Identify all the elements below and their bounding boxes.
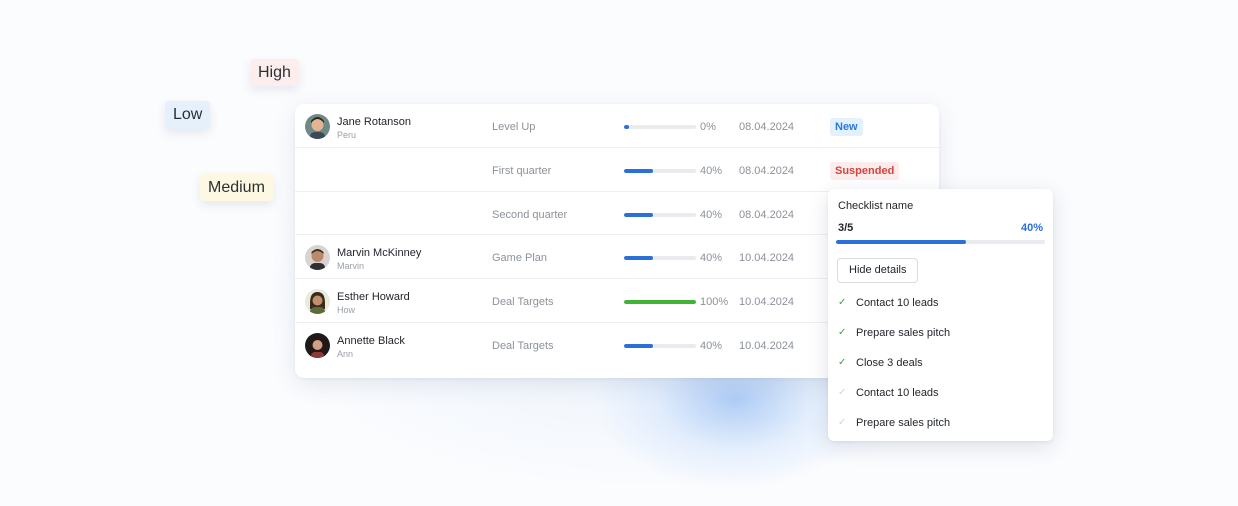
task-name[interactable]: Deal Targets bbox=[492, 296, 554, 308]
progress-fill bbox=[624, 212, 653, 217]
task-name[interactable]: Deal Targets bbox=[492, 340, 554, 352]
checklist-item-label: Contact 10 leads bbox=[856, 297, 939, 309]
task-name[interactable]: Game Plan bbox=[492, 252, 547, 264]
table-row[interactable]: First quarter 40% 08.04.2024 Suspended bbox=[295, 148, 939, 192]
progress-bar bbox=[624, 256, 696, 261]
checklist-progress-fill bbox=[836, 240, 966, 244]
checklist-title: Checklist name bbox=[838, 200, 914, 212]
assignee-subtitle: Marvin bbox=[337, 261, 365, 272]
avatar-annette bbox=[305, 332, 330, 358]
assignee-subtitle: How bbox=[337, 305, 356, 316]
avatar-jane bbox=[305, 114, 330, 139]
progress-bar bbox=[624, 168, 696, 173]
checklist-item-label: Prepare sales pitch bbox=[856, 327, 951, 339]
hide-details-button[interactable]: Hide details bbox=[837, 258, 919, 283]
checklist-item-label: Close 3 deals bbox=[856, 357, 923, 369]
progress-fill bbox=[624, 300, 696, 305]
canvas: High Low Medium Jane Rotanson Peru Level… bbox=[0, 0, 1238, 506]
progress-fill bbox=[624, 343, 653, 348]
checklist-progress-bar bbox=[836, 240, 1045, 244]
avatar-esther bbox=[305, 289, 330, 315]
checklist-percent: 40% bbox=[1020, 222, 1043, 234]
checklist-count: 3/5 bbox=[838, 222, 854, 234]
priority-tag-high[interactable]: High bbox=[250, 59, 299, 86]
assignee-subtitle: Ann bbox=[337, 348, 354, 359]
assignee-name: Marvin McKinney bbox=[337, 247, 422, 260]
check-icon: ✓ bbox=[838, 357, 847, 368]
checklist-popover: Checklist name 3/5 40% Hide details ✓ Co… bbox=[828, 189, 1053, 441]
due-date: 08.04.2024 bbox=[739, 164, 795, 177]
progress-bar bbox=[624, 343, 696, 348]
progress-fill bbox=[624, 125, 629, 129]
assignee-subtitle: Peru bbox=[337, 130, 357, 140]
progress-percent: 40% bbox=[700, 339, 723, 352]
check-icon: ✓ bbox=[838, 297, 847, 308]
due-date: 08.04.2024 bbox=[739, 121, 795, 133]
check-icon: ✓ bbox=[838, 327, 847, 338]
avatar[interactable] bbox=[305, 114, 330, 139]
checklist-item-label: Prepare sales pitch bbox=[856, 417, 951, 429]
progress-bar bbox=[624, 125, 696, 129]
check-icon: ✓ bbox=[838, 387, 847, 398]
due-date: 10.04.2024 bbox=[739, 252, 795, 265]
due-date: 10.04.2024 bbox=[739, 296, 795, 309]
avatar[interactable] bbox=[305, 332, 330, 358]
avatar-marvin bbox=[305, 245, 330, 271]
check-icon: ✓ bbox=[838, 417, 847, 428]
assignee-name: Jane Rotanson bbox=[337, 116, 411, 128]
progress-bar bbox=[624, 212, 696, 217]
task-name[interactable]: Level Up bbox=[492, 121, 535, 133]
task-name[interactable]: First quarter bbox=[492, 165, 551, 177]
table-row[interactable]: Jane Rotanson Peru Level Up 0% 08.04.202… bbox=[295, 104, 939, 148]
progress-percent: 40% bbox=[700, 164, 723, 177]
progress-percent: 0% bbox=[700, 121, 716, 133]
assignee-name: Esther Howard bbox=[337, 291, 410, 304]
task-name[interactable]: Second quarter bbox=[492, 209, 567, 221]
due-date: 10.04.2024 bbox=[739, 339, 795, 352]
progress-fill bbox=[624, 256, 653, 261]
status-badge[interactable]: New bbox=[830, 118, 863, 136]
priority-tag-low[interactable]: Low bbox=[165, 101, 211, 129]
due-date: 08.04.2024 bbox=[739, 208, 795, 221]
progress-bar bbox=[624, 300, 696, 305]
progress-percent: 40% bbox=[700, 208, 723, 221]
avatar[interactable] bbox=[305, 245, 330, 271]
avatar[interactable] bbox=[305, 289, 330, 315]
assignee-name: Annette Black bbox=[337, 334, 405, 347]
checklist-item-label: Contact 10 leads bbox=[856, 387, 939, 399]
progress-fill bbox=[624, 168, 653, 173]
status-badge[interactable]: Suspended bbox=[830, 161, 900, 180]
priority-tag-medium[interactable]: Medium bbox=[200, 174, 273, 201]
progress-percent: 40% bbox=[700, 252, 723, 265]
progress-percent: 100% bbox=[700, 296, 729, 309]
